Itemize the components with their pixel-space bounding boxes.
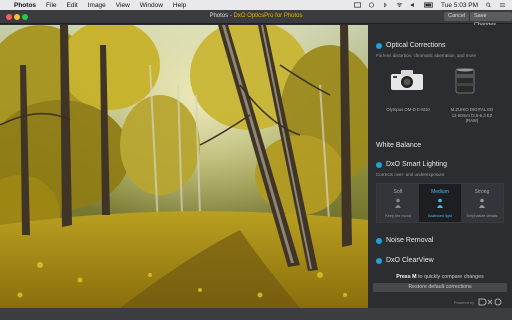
camera-icon — [391, 70, 423, 90]
optical-corrections-section: Optical Corrections — [376, 42, 446, 49]
dxo-logo — [478, 298, 502, 306]
clock-icon[interactable] — [368, 2, 375, 8]
menu-image[interactable]: Image — [88, 2, 106, 9]
menubar-clock[interactable]: Tue 5:03 PM — [441, 2, 478, 9]
noise-removal-title: Noise Removal — [386, 237, 434, 244]
lighting-option-label: Soft — [393, 189, 403, 195]
optical-corrections-title: Optical Corrections — [386, 42, 446, 49]
clearview-section: DxO ClearView — [376, 257, 434, 264]
lighting-option-description: Keep the mood — [385, 214, 411, 218]
menu-view[interactable]: View — [116, 2, 130, 9]
window-title-plugin: DxO OpticsPro for Photos — [233, 13, 303, 19]
lighting-option-strong[interactable]: Strong Emphasize details — [461, 184, 503, 222]
camera-model-caption: Olympus OM-D E-M10 — [386, 107, 430, 112]
photos-window: Photos - DxO OpticsPro for Photos Cancel… — [0, 10, 512, 308]
compare-hint: Press M to quickly compare changes — [368, 274, 512, 280]
white-balance-section[interactable]: White Balance — [376, 142, 421, 149]
restore-defaults-button[interactable]: Restore default corrections — [373, 283, 507, 292]
spotlight-search-icon[interactable] — [485, 2, 492, 8]
clearview-toggle[interactable] — [376, 257, 382, 264]
lighting-option-label: Medium — [431, 189, 449, 195]
menu-window[interactable]: Window — [140, 2, 163, 9]
person-icon — [437, 198, 443, 208]
forest-photo — [0, 25, 368, 308]
optical-corrections-description: Fix lens distortion, chromatic aberratio… — [376, 53, 477, 58]
optical-corrections-toggle[interactable] — [376, 42, 382, 49]
notification-center-icon[interactable] — [499, 2, 506, 8]
lens-caption-line3: (RAW) — [465, 118, 479, 123]
noise-removal-toggle[interactable] — [376, 237, 382, 244]
lighting-option-label: Strong — [474, 189, 490, 195]
menu-app-name[interactable]: Photos — [14, 2, 36, 9]
window-title: Photos - DxO OpticsPro for Photos — [0, 13, 512, 19]
cancel-button[interactable]: Cancel — [444, 12, 470, 21]
powered-by-label: Powered by — [454, 301, 475, 305]
volume-icon[interactable] — [410, 2, 417, 8]
desktop-background — [0, 308, 512, 320]
smart-lighting-toggle[interactable] — [376, 161, 382, 168]
lighting-option-description: Balanced light — [428, 214, 452, 218]
bluetooth-icon[interactable] — [382, 2, 389, 8]
battery-icon[interactable] — [424, 2, 434, 8]
smart-lighting-description: Corrects over- and underexposure — [376, 172, 445, 177]
person-icon — [479, 198, 485, 208]
lens-icon — [455, 68, 475, 94]
smart-lighting-intensity-selector: Soft Keep the mood Medium Balanced light… — [376, 183, 504, 223]
lighting-option-description: Emphasize details — [466, 214, 498, 218]
photo-canvas[interactable] — [0, 25, 368, 308]
lens-model-caption: M.ZUIKO DIGITAL ED 12-50mm f3.5-6.3 EZ (… — [436, 107, 508, 124]
title-bar: Photos - DxO OpticsPro for Photos Cancel… — [0, 10, 512, 28]
lighting-option-soft[interactable]: Soft Keep the mood — [377, 184, 419, 222]
lighting-option-medium[interactable]: Medium Balanced light — [419, 184, 461, 222]
menu-help[interactable]: Help — [173, 2, 186, 9]
person-icon — [395, 198, 401, 208]
smart-lighting-title: DxO Smart Lighting — [386, 161, 448, 168]
clearview-title: DxO ClearView — [386, 257, 434, 264]
compare-hint-key: Press M — [396, 274, 417, 280]
smart-lighting-section: DxO Smart Lighting — [376, 161, 447, 168]
corrections-panel: Optical Corrections Fix lens distortion,… — [368, 25, 512, 308]
noise-removal-section: Noise Removal — [376, 237, 433, 244]
wifi-icon[interactable] — [396, 2, 403, 8]
save-changes-button[interactable]: Save Changes — [470, 12, 512, 28]
window-title-prefix: Photos - — [209, 13, 234, 19]
screen-share-icon[interactable] — [354, 2, 361, 8]
compare-hint-text: to quickly compare changes — [416, 274, 484, 280]
menu-file[interactable]: File — [46, 2, 56, 9]
menu-edit[interactable]: Edit — [67, 2, 78, 9]
menu-bar: Photos File Edit Image View Window Help … — [0, 0, 512, 10]
